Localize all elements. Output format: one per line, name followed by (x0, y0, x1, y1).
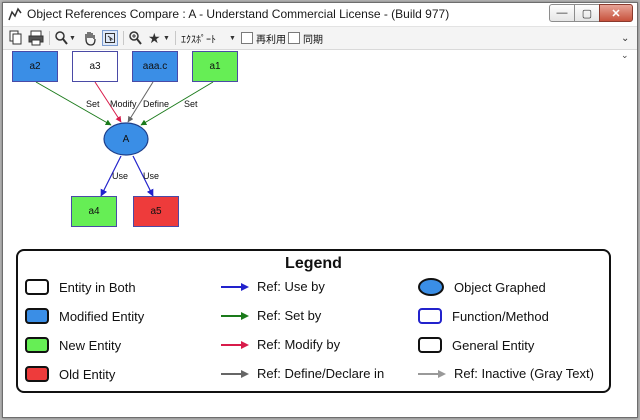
close-button[interactable]: ✕ (599, 4, 633, 22)
legend-label: New Entity (59, 337, 122, 353)
star-icon[interactable]: ★ (148, 30, 161, 46)
legend-object-graphed: Object Graphed (418, 278, 546, 296)
graph-node-a2[interactable]: a2 (12, 51, 58, 82)
select-tool-button[interactable] (102, 30, 118, 46)
sync-checkbox[interactable]: 同期 (288, 30, 323, 46)
legend-arrow-use-icon (221, 282, 249, 291)
legend-new-entity: New Entity (25, 337, 121, 353)
legend-general-entity: General Entity (418, 337, 534, 353)
toolbar-overflow-chevron-icon[interactable]: ⌄ (621, 30, 629, 46)
legend-swatch-modified (25, 308, 49, 324)
graph-node-center-label[interactable]: A (104, 127, 148, 151)
graph-node-aaa-c[interactable]: aaa.c (132, 51, 178, 82)
title-bar: Object References Compare : A - Understa… (3, 3, 637, 27)
legend-title: Legend (285, 255, 342, 272)
legend-label: Ref: Use by (257, 279, 325, 294)
legend-label: Entity in Both (59, 279, 136, 295)
legend-label: Ref: Set by (257, 308, 322, 323)
legend-label: Function/Method (452, 308, 549, 324)
edge-label-define: Define (143, 99, 170, 109)
legend-label: Modified Entity (59, 308, 145, 324)
reuse-checkbox-box[interactable] (241, 32, 253, 44)
select-icon (105, 33, 115, 43)
edge-label-set-right: Set (184, 99, 198, 109)
sync-label: 同期 (303, 34, 323, 46)
toolbar-separator (49, 31, 50, 45)
reuse-label: 再利用 (256, 34, 286, 46)
window-title: Object References Compare : A - Understa… (27, 7, 450, 21)
graph-node-a3[interactable]: a3 (72, 51, 118, 82)
graph-canvas[interactable]: ⌄ a2 a3 aaa.c a1 A a4 a5 Set Modify Defi… (3, 50, 637, 417)
edge-label-modify: Modify (110, 99, 137, 109)
legend-panel: Legend Entity in Both Modified Entity Ne… (16, 249, 611, 393)
legend-arrow-inactive-icon (418, 369, 446, 378)
graph-node-a4[interactable]: a4 (71, 196, 117, 227)
copy-icon[interactable] (9, 30, 23, 46)
legend-ellipse-icon (418, 278, 444, 296)
legend-arrow-define-icon (221, 369, 249, 378)
edge-label-set-left: Set (86, 99, 100, 109)
print-icon[interactable] (28, 30, 44, 46)
legend-ref-modify: Ref: Modify by (221, 337, 340, 352)
legend-swatch-general (418, 337, 442, 353)
minimize-button[interactable]: — (549, 4, 575, 22)
toolbar-separator (123, 31, 124, 45)
legend-ref-inactive: Ref: Inactive (Gray Text) (418, 366, 594, 381)
legend-entity-both: Entity in Both (25, 279, 136, 295)
legend-arrow-set-icon (221, 311, 249, 320)
legend-label: Old Entity (59, 366, 116, 382)
legend-ref-set: Ref: Set by (221, 308, 321, 323)
reuse-checkbox[interactable]: 再利用 (241, 30, 286, 46)
legend-swatch-both (25, 279, 49, 295)
app-window: Object References Compare : A - Understa… (2, 2, 638, 418)
edge-label-use-right: Use (143, 171, 160, 181)
maximize-button[interactable]: ▢ (574, 4, 600, 22)
toolbar-separator (175, 31, 176, 45)
legend-label: Object Graphed (454, 279, 546, 295)
star-dropdown-arrow-icon[interactable]: ▼ (163, 30, 170, 46)
legend-ref-define: Ref: Define/Declare in (221, 366, 384, 381)
pan-hand-icon[interactable] (83, 30, 97, 46)
legend-swatch-function (418, 308, 442, 324)
legend-label: Ref: Modify by (257, 337, 341, 352)
legend-arrow-modify-icon (221, 340, 249, 349)
legend-ref-use: Ref: Use by (221, 279, 325, 294)
graph-node-a1[interactable]: a1 (192, 51, 238, 82)
legend-label: General Entity (452, 337, 535, 353)
legend-function-method: Function/Method (418, 308, 549, 324)
sync-checkbox-box[interactable] (288, 32, 300, 44)
legend-old-entity: Old Entity (25, 366, 115, 382)
legend-label: Ref: Inactive (Gray Text) (454, 366, 594, 381)
export-dropdown-arrow-icon[interactable]: ▼ (229, 30, 236, 46)
zoom-dropdown-arrow-icon[interactable]: ▼ (69, 30, 76, 46)
zoom-icon[interactable] (54, 30, 68, 46)
legend-modified-entity: Modified Entity (25, 308, 144, 324)
export-menu[interactable]: ｴｸｽﾎﾟｰﾄ (181, 30, 216, 46)
legend-label: Ref: Define/Declare in (257, 366, 385, 381)
legend-swatch-new (25, 337, 49, 353)
zoom-fit-icon[interactable] (128, 30, 142, 46)
legend-swatch-old (25, 366, 49, 382)
graph-app-icon (8, 7, 22, 21)
toolbar: ▼ ★ ▼ ｴｸｽﾎﾟｰﾄ ▼ 再利用 同期 ⌄ (3, 27, 637, 50)
graph-node-a5[interactable]: a5 (133, 196, 179, 227)
edge-label-use-left: Use (112, 171, 129, 181)
